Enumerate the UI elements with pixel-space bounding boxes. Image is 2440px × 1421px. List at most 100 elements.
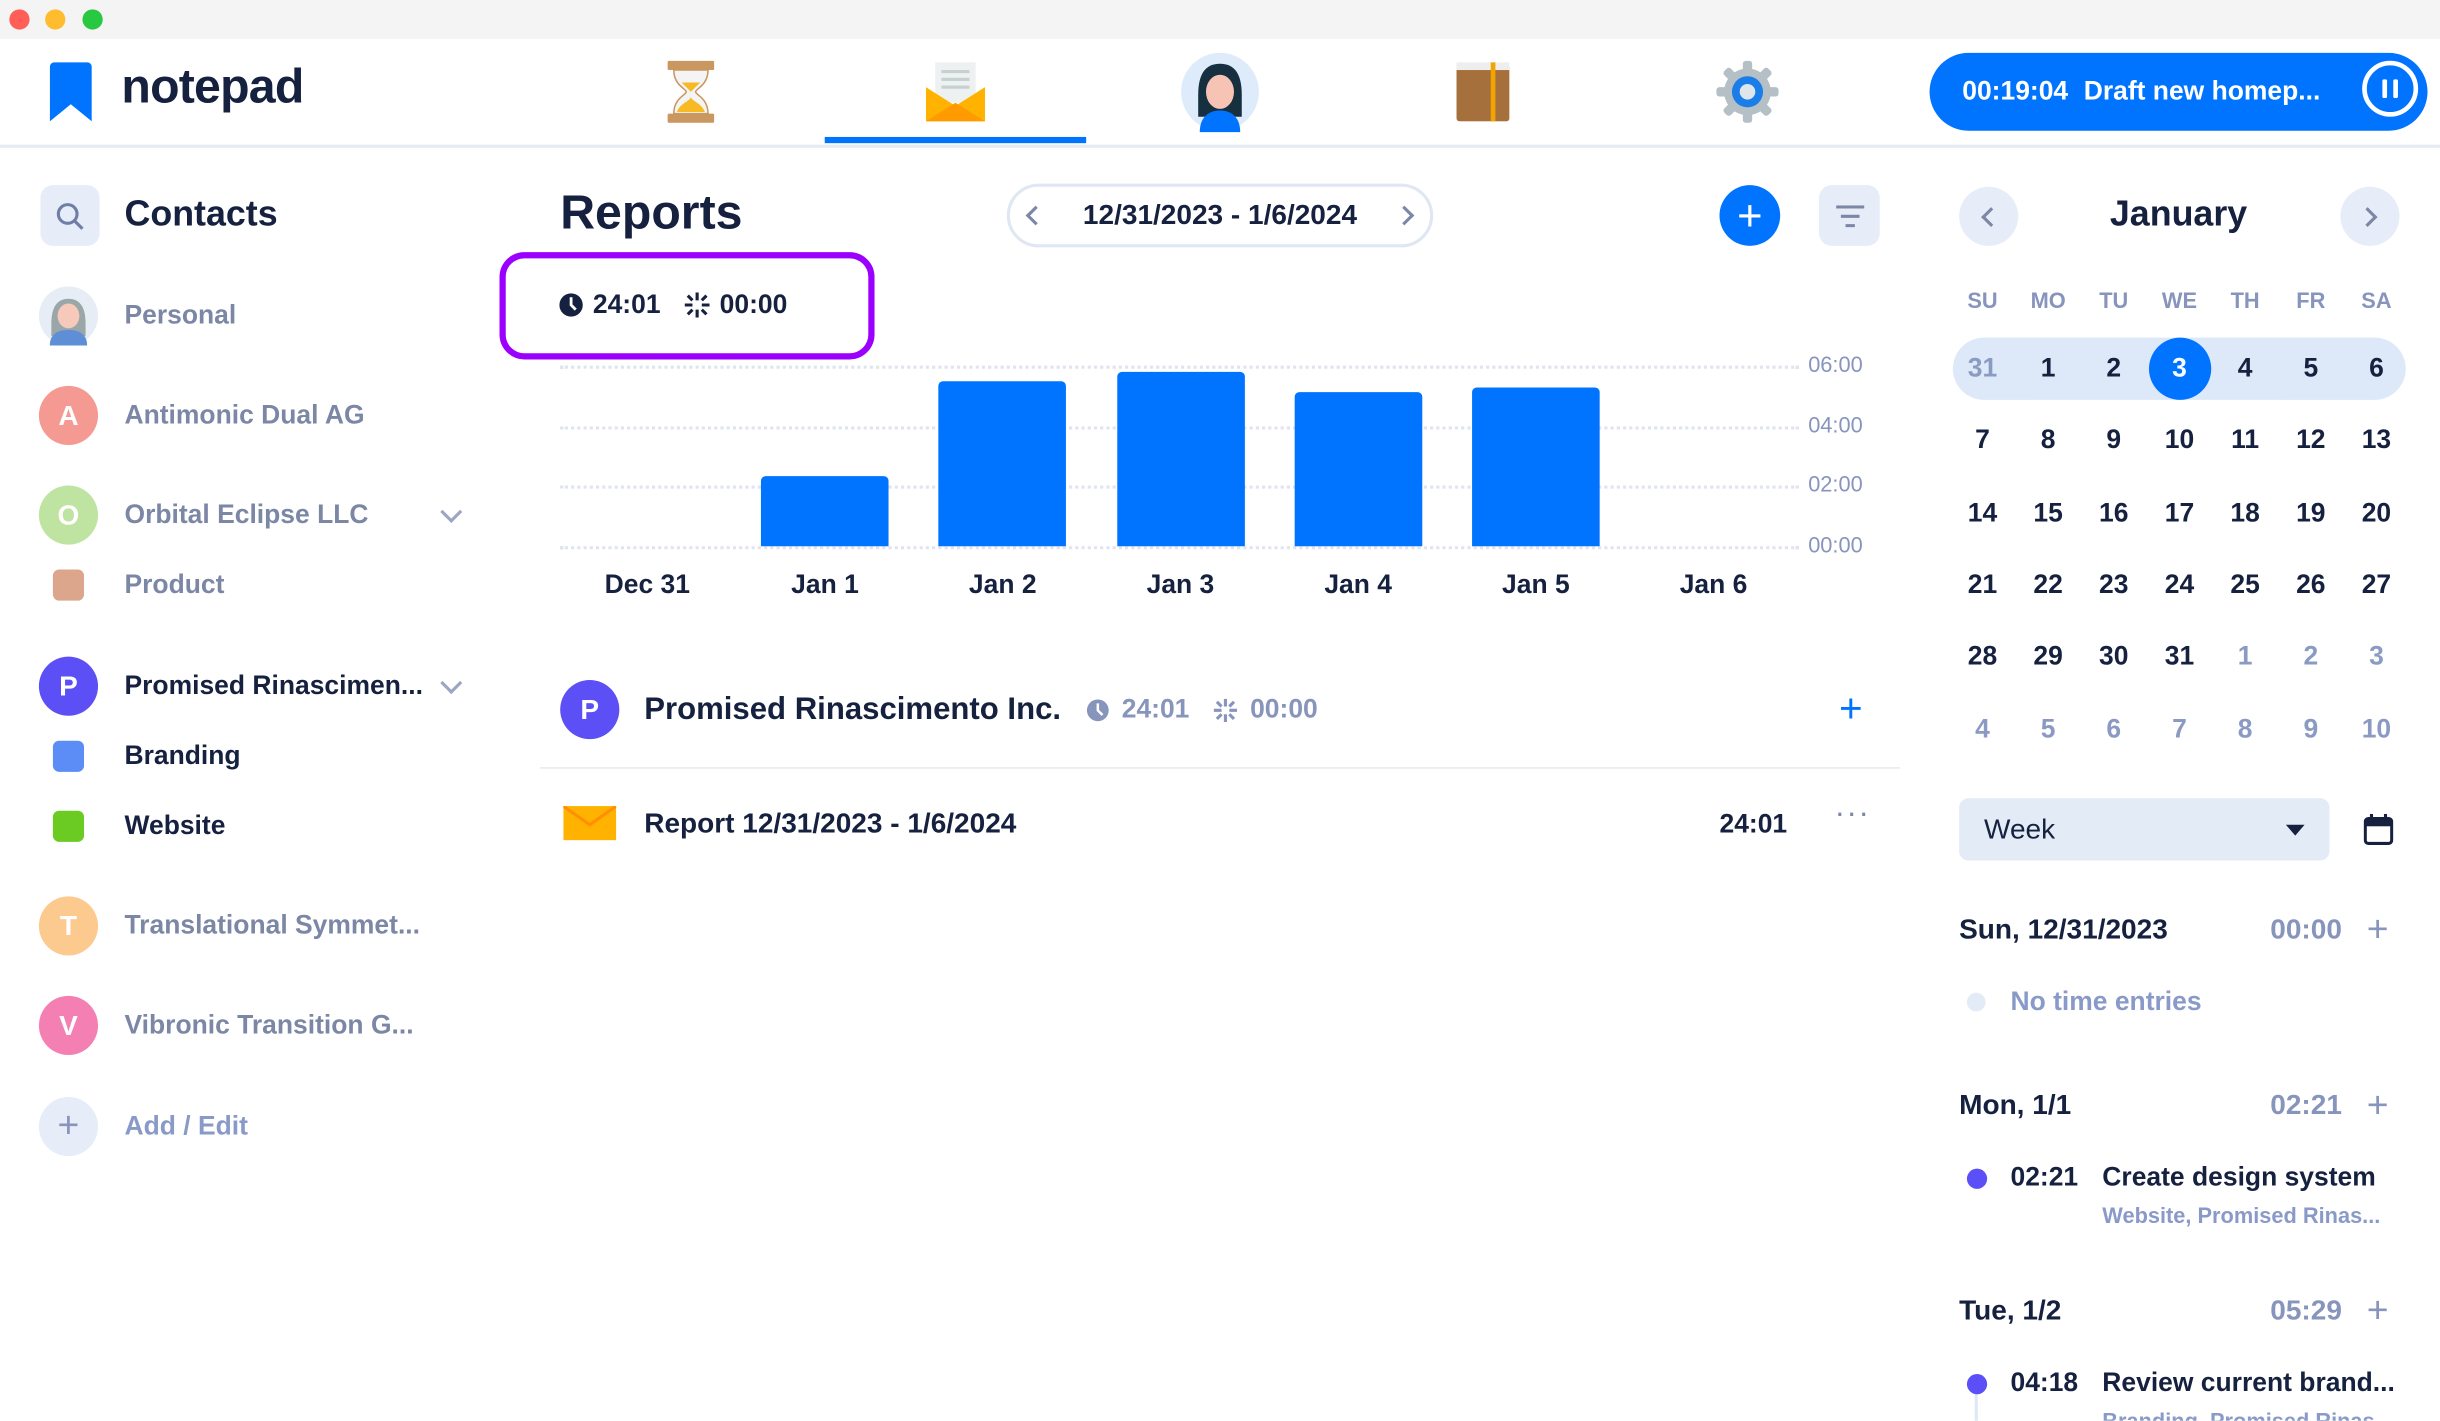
calendar-day[interactable]: 3 xyxy=(2148,337,2211,400)
calendar-day[interactable]: 9 xyxy=(2083,410,2145,472)
report-name[interactable]: Report 12/31/2023 - 1/6/2024 xyxy=(644,808,1016,841)
next-week-icon[interactable] xyxy=(1394,205,1415,226)
calendar-day[interactable]: 30 xyxy=(2083,626,2145,688)
filter-button[interactable] xyxy=(1819,185,1880,246)
bar-jan-3[interactable] xyxy=(1116,371,1245,547)
sidebar-item-orbital[interactable]: O Orbital Eclipse LLC xyxy=(38,484,475,546)
calendar-day[interactable]: 18 xyxy=(2214,482,2276,544)
calendar-day[interactable]: 25 xyxy=(2214,554,2276,616)
calendar-day[interactable]: 11 xyxy=(2214,410,2276,472)
more-options-icon[interactable]: ··· xyxy=(1835,797,1871,833)
calendar-day[interactable]: 15 xyxy=(2017,482,2079,544)
project-color-swatch xyxy=(52,569,85,601)
tab-timer[interactable] xyxy=(560,47,821,137)
calendar-day[interactable]: 12 xyxy=(2280,410,2342,472)
calendar-day[interactable]: 2 xyxy=(2280,626,2342,688)
calendar-day[interactable]: 14 xyxy=(1951,482,2013,544)
add-edit-button[interactable]: + Add / Edit xyxy=(38,1095,475,1157)
chevron-down-icon[interactable] xyxy=(440,500,463,523)
entry-title[interactable]: Review current brand... xyxy=(2102,1368,2395,1399)
calendar-day[interactable]: 23 xyxy=(2083,554,2145,616)
calendar-day[interactable]: 7 xyxy=(1951,410,2013,472)
add-report-button[interactable]: + xyxy=(1719,185,1781,246)
add-entry-button[interactable]: + xyxy=(2367,909,2389,953)
calendar-day[interactable]: 24 xyxy=(2148,554,2210,616)
sidebar-item-promised[interactable]: P Promised Rinascimen... xyxy=(38,655,475,717)
client-row[interactable]: P Promised Rinascimento Inc. 24:01 00:00… xyxy=(560,678,1875,740)
calendar-day[interactable]: 17 xyxy=(2148,482,2210,544)
calendar-day[interactable]: 19 xyxy=(2280,482,2342,544)
x-tick-label: Jan 1 xyxy=(791,569,859,600)
previous-week-icon[interactable] xyxy=(1025,205,1046,226)
calendar-day[interactable]: 26 xyxy=(2280,554,2342,616)
running-timer[interactable]: 00:19:04 Draft new homep... xyxy=(1929,52,2428,131)
add-entry-button[interactable]: + xyxy=(2367,1290,2389,1334)
sidebar-item-translational[interactable]: T Translational Symmet... xyxy=(38,895,475,957)
pause-button[interactable] xyxy=(2362,60,2419,117)
calendar-day[interactable]: 27 xyxy=(2345,554,2407,616)
calendar-day[interactable]: 8 xyxy=(2214,698,2276,760)
calendar-day[interactable]: 2 xyxy=(2083,338,2145,400)
calendar-day[interactable]: 16 xyxy=(2083,482,2145,544)
calendar-day[interactable]: 29 xyxy=(2017,626,2079,688)
calendar-day[interactable]: 5 xyxy=(2280,338,2342,400)
bar-jan-1[interactable] xyxy=(761,475,889,547)
entry-title[interactable]: Create design system xyxy=(2102,1162,2375,1193)
search-icon xyxy=(56,202,84,230)
maximize-window-button[interactable] xyxy=(82,9,103,30)
close-window-button[interactable] xyxy=(9,9,30,30)
date-range-picker[interactable]: 12/31/2023 - 1/6/2024 xyxy=(1006,183,1434,248)
calendar-day[interactable]: 7 xyxy=(2148,698,2210,760)
calendar-day[interactable]: 9 xyxy=(2280,698,2342,760)
calendar-day[interactable]: 31 xyxy=(2148,626,2210,688)
day-total: 02:21 xyxy=(2270,1089,2342,1121)
calendar-day[interactable]: 28 xyxy=(1951,626,2013,688)
calendar-day[interactable]: 20 xyxy=(2345,482,2407,544)
calendar-day[interactable]: 1 xyxy=(2214,626,2276,688)
y-tick-label: 02:00 xyxy=(1808,472,1863,497)
sidebar-item-personal[interactable]: Personal xyxy=(38,285,475,347)
calendar-day[interactable]: 8 xyxy=(2017,410,2079,472)
break-icon xyxy=(1214,697,1238,722)
minimize-window-button[interactable] xyxy=(45,9,66,30)
previous-month-button[interactable] xyxy=(1959,186,2019,246)
calendar-icon[interactable] xyxy=(2363,813,2394,845)
sidebar-item-website[interactable]: Website xyxy=(39,795,475,857)
chevron-down-icon[interactable] xyxy=(440,672,463,695)
weekday-label: TH xyxy=(2230,287,2260,313)
search-button[interactable] xyxy=(40,185,100,246)
calendar-day[interactable]: 13 xyxy=(2345,410,2407,472)
sidebar-item-vibronic[interactable]: V Vibronic Transition G... xyxy=(38,994,475,1056)
bar-jan-5[interactable] xyxy=(1472,387,1600,547)
calendar-day[interactable]: 4 xyxy=(2214,338,2276,400)
tab-library[interactable] xyxy=(1352,47,1613,137)
calendar-day[interactable]: 31 xyxy=(1951,338,2013,400)
calendar-day[interactable]: 10 xyxy=(2148,410,2210,472)
sidebar-item-antimonic[interactable]: A Antimonic Dual AG xyxy=(38,384,475,446)
calendar-day[interactable]: 6 xyxy=(2345,338,2407,400)
weekday-label: SU xyxy=(1967,287,1998,313)
bar-jan-2[interactable] xyxy=(938,381,1067,547)
add-entry-button[interactable]: + xyxy=(2367,1085,2389,1129)
calendar-day[interactable]: 5 xyxy=(2017,698,2079,760)
calendar-day[interactable]: 4 xyxy=(1951,698,2013,760)
tab-profile[interactable] xyxy=(1089,47,1350,137)
tab-settings[interactable] xyxy=(1617,47,1878,137)
bar-jan-4[interactable] xyxy=(1294,392,1422,547)
filter-icon xyxy=(1835,204,1864,227)
sidebar-item-branding[interactable]: Branding xyxy=(39,725,475,787)
add-entry-plus-icon[interactable]: + xyxy=(1839,685,1863,733)
view-select[interactable]: Week xyxy=(1959,798,2330,861)
calendar-day[interactable]: 3 xyxy=(2345,626,2407,688)
tab-reports[interactable] xyxy=(825,47,1086,137)
calendar-day[interactable]: 10 xyxy=(2345,698,2407,760)
calendar-day[interactable]: 21 xyxy=(1951,554,2013,616)
sidebar-item-product[interactable]: Product xyxy=(39,554,475,616)
x-tick-label: Jan 5 xyxy=(1502,569,1570,600)
calendar-day[interactable]: 22 xyxy=(2017,554,2079,616)
day-header-sun: Sun, 12/31/2023 00:00 + xyxy=(1959,908,2389,951)
next-month-button[interactable] xyxy=(2340,186,2400,246)
calendar-day[interactable]: 6 xyxy=(2083,698,2145,760)
calendar-day[interactable]: 1 xyxy=(2017,338,2079,400)
weekday-label: WE xyxy=(2161,287,2198,313)
